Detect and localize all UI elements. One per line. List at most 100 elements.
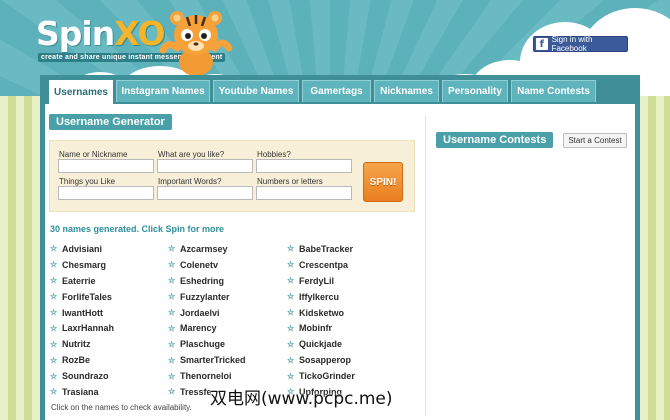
name-item[interactable]: ☆ Quickjade — [287, 336, 402, 352]
name-label: Colenetv — [180, 259, 219, 270]
column-divider — [425, 116, 426, 416]
watermark: 双电网(www.pcpc.me) — [210, 389, 393, 409]
star-icon: ☆ — [50, 276, 58, 286]
name-or-nickname-input[interactable] — [58, 159, 154, 173]
name-item[interactable]: ☆ Colenetv — [168, 257, 283, 273]
name-label: Nutritz — [62, 339, 91, 350]
star-icon: ☆ — [50, 371, 58, 381]
names-column: ☆ BabeTracker ☆ Crescentpa ☆ FerdyLil ☆ Iffylke… — [287, 241, 402, 400]
name-item[interactable]: ☆ ForlifeTales — [50, 289, 165, 305]
name-item[interactable]: ☆ Chesmarg — [50, 257, 165, 273]
star-icon: ☆ — [168, 339, 176, 349]
name-item[interactable]: ☆ Advisiani — [50, 241, 165, 257]
star-icon: ☆ — [50, 292, 58, 302]
name-item[interactable]: ☆ Thenorneloi — [168, 368, 283, 384]
star-icon: ☆ — [287, 339, 295, 349]
tab-name-contests[interactable]: Name Contests — [511, 80, 596, 102]
name-item[interactable]: ☆ Plaschuge — [168, 336, 283, 352]
name-label: FerdyLil — [299, 275, 335, 286]
name-label: Trasiana — [62, 386, 99, 397]
tab-bar: Usernames Instagram Names Youtube Names … — [45, 80, 635, 104]
name-label: Marency — [180, 323, 217, 334]
star-icon: ☆ — [50, 260, 58, 270]
numbers-or-letters-input[interactable] — [256, 186, 352, 200]
star-icon: ☆ — [168, 292, 176, 302]
star-icon: ☆ — [287, 244, 295, 254]
tiger-mascot-icon — [159, 11, 233, 76]
facebook-signin-button[interactable]: f Sign in with Facebook — [533, 35, 628, 53]
spin-button[interactable]: SPIN! — [363, 162, 403, 202]
star-icon: ☆ — [50, 387, 58, 397]
tab-personality[interactable]: Personality — [442, 80, 508, 102]
important-words-input[interactable] — [157, 186, 253, 200]
name-item[interactable]: ☆ Soundrazo — [50, 368, 165, 384]
name-item[interactable]: ☆ Fuzzylanter — [168, 289, 283, 305]
name-label: Azcarmsey — [180, 243, 228, 254]
star-icon: ☆ — [50, 339, 58, 349]
name-label: Eaterrie — [62, 275, 96, 286]
name-item[interactable]: ☆ Eaterrie — [50, 273, 165, 289]
name-item[interactable]: ☆ Nutritz — [50, 336, 165, 352]
names-column: ☆ Advisiani ☆ Chesmarg ☆ Eaterrie ☆ ForlifeTale… — [50, 241, 165, 400]
facebook-signin-label: Sign in with Facebook — [551, 35, 593, 53]
generator-form: Name or Nickname What are you like? Hobb… — [49, 140, 415, 212]
star-icon: ☆ — [168, 244, 176, 254]
star-icon: ☆ — [287, 276, 295, 286]
things-you-like-input[interactable] — [58, 186, 154, 200]
name-item[interactable]: ☆ Crescentpa — [287, 257, 402, 273]
tab-content: Username Generator Name or Nickname What… — [45, 104, 635, 420]
generated-summary: 30 names generated. Click Spin for more — [50, 224, 225, 234]
name-item[interactable]: ☆ Eshedring — [168, 273, 283, 289]
name-item[interactable]: ☆ Trasiana — [50, 384, 165, 400]
things-you-like-label: Things you Like — [59, 177, 116, 186]
tab-nicknames[interactable]: Nicknames — [374, 80, 439, 102]
name-item[interactable]: ☆ Sosapperop — [287, 352, 402, 368]
name-label: IwantHott — [62, 307, 103, 318]
numbers-or-letters-label: Numbers or letters — [257, 177, 323, 186]
name-item[interactable]: ☆ LaxrHannah — [50, 320, 165, 336]
name-item[interactable]: ☆ Jordaelvi — [168, 305, 283, 321]
availability-note: Click on the names to check availability… — [51, 403, 192, 412]
name-item[interactable]: ☆ BabeTracker — [287, 241, 402, 257]
star-icon: ☆ — [50, 355, 58, 365]
hobbies-label: Hobbies? — [257, 150, 291, 159]
star-icon: ☆ — [50, 323, 58, 333]
name-item[interactable]: ☆ Mobinfr — [287, 320, 402, 336]
name-label: RozBe — [62, 355, 91, 366]
name-item[interactable]: ☆ RozBe — [50, 352, 165, 368]
name-item[interactable]: ☆ FerdyLil — [287, 273, 402, 289]
logo-spin: Spin — [36, 14, 115, 53]
name-label: Eshedring — [180, 275, 225, 286]
name-label: Jordaelvi — [180, 307, 220, 318]
name-item[interactable]: ☆ TickoGrinder — [287, 368, 402, 384]
tab-usernames[interactable]: Usernames — [49, 80, 113, 104]
username-contests-title: Username Contests — [436, 132, 554, 148]
name-label: Soundrazo — [62, 371, 109, 382]
star-icon: ☆ — [287, 260, 295, 270]
star-icon: ☆ — [50, 308, 58, 317]
star-icon: ☆ — [168, 371, 176, 381]
name-label: ForlifeTales — [62, 291, 112, 302]
main-panel: Usernames Instagram Names Youtube Names … — [40, 75, 640, 420]
what-you-like-label: What are you like? — [158, 150, 225, 159]
tab-youtube-names[interactable]: Youtube Names — [213, 80, 299, 102]
what-you-like-input[interactable] — [157, 159, 253, 173]
name-item[interactable]: ☆ Iffylkercu — [287, 289, 402, 305]
name-item[interactable]: ☆ Azcarmsey — [168, 241, 283, 257]
name-label: Iffylkercu — [299, 291, 340, 302]
facebook-icon: f — [536, 38, 548, 50]
tab-gamertags[interactable]: Gamertags — [302, 80, 371, 102]
tab-instagram-names[interactable]: Instagram Names — [116, 80, 210, 102]
start-contest-button[interactable]: Start a Contest — [563, 133, 627, 148]
name-label: Advisiani — [62, 243, 103, 254]
name-label: Chesmarg — [62, 259, 107, 270]
name-label: Tressfe — [180, 386, 212, 397]
star-icon: ☆ — [168, 260, 176, 270]
name-item[interactable]: ☆ IwantHott — [50, 305, 165, 321]
spinxo-logo[interactable]: SpinXO — [36, 14, 166, 53]
star-icon: ☆ — [168, 308, 176, 317]
name-item[interactable]: ☆ Marency — [168, 320, 283, 336]
name-item[interactable]: ☆ Kidsketwo — [287, 305, 402, 321]
name-item[interactable]: ☆ SmarterTricked — [168, 352, 283, 368]
hobbies-input[interactable] — [256, 159, 352, 173]
